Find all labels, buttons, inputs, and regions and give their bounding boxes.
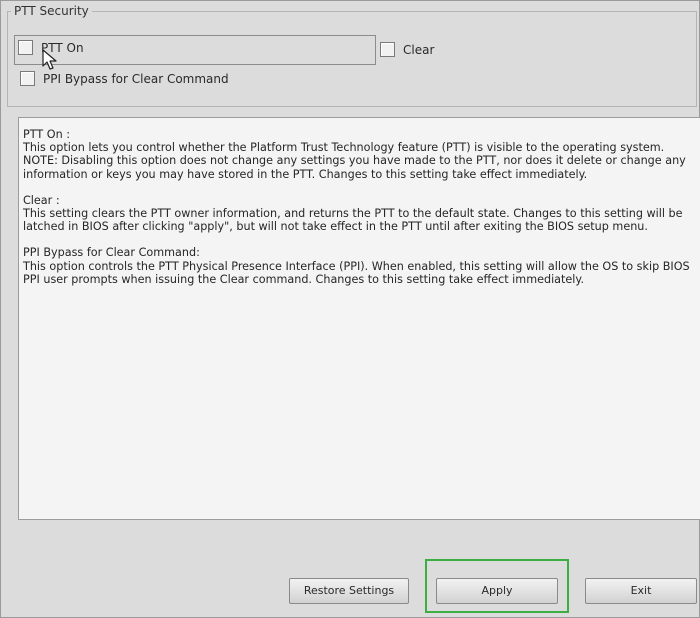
bios-settings-window: PTT Security PTT On Clear PPI Bypass for… <box>0 0 700 618</box>
ppi-bypass-label[interactable]: PPI Bypass for Clear Command <box>43 72 229 86</box>
clear-option[interactable]: Clear <box>380 42 434 57</box>
restore-settings-button[interactable]: Restore Settings <box>289 578 409 604</box>
mouse-pointer-icon <box>42 49 57 70</box>
ppi-bypass-help-text: PPI Bypass for Clear Command: This optio… <box>23 246 690 286</box>
clear-help-text: Clear : This setting clears the PTT owne… <box>23 193 683 234</box>
help-description-panel: PTT On : This option lets you control wh… <box>18 117 700 520</box>
ppi-bypass-checkbox[interactable] <box>20 71 35 86</box>
exit-button[interactable]: Exit <box>585 578 697 604</box>
ptt-on-checkbox[interactable] <box>18 40 33 55</box>
ptt-on-help-text: PTT On : This option lets you control wh… <box>23 128 686 181</box>
group-title: PTT Security <box>11 4 92 18</box>
clear-label[interactable]: Clear <box>403 43 434 57</box>
apply-button[interactable]: Apply <box>436 578 558 604</box>
clear-checkbox[interactable] <box>380 42 395 57</box>
ppi-bypass-option[interactable]: PPI Bypass for Clear Command <box>20 71 229 86</box>
